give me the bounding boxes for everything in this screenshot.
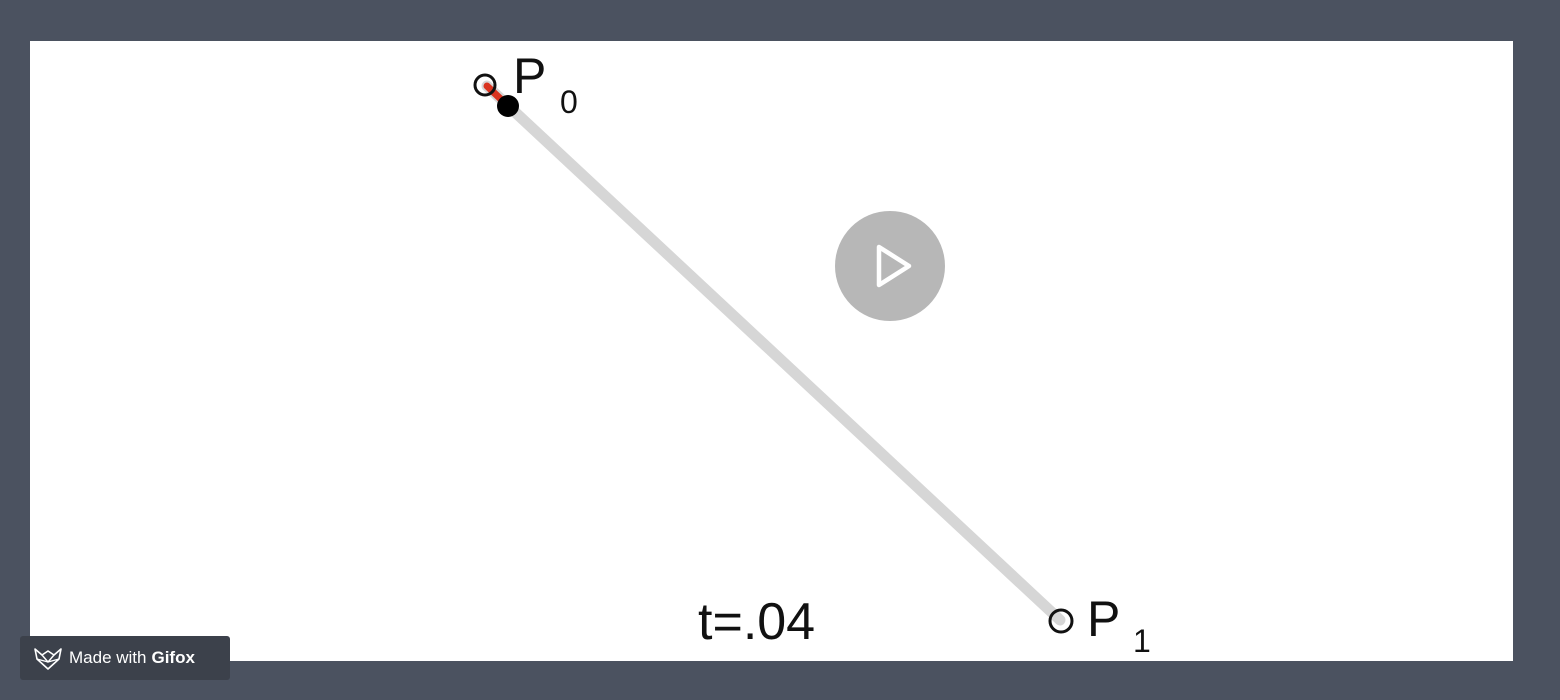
p1-subscript: 1 [1133,623,1151,659]
p1-letter: P [1087,591,1120,647]
p0-label: P [513,48,546,104]
watermark-brand: Gifox [151,648,195,667]
gifox-watermark[interactable]: Made with Gifox [20,636,230,680]
p0-letter: P [513,48,546,104]
p0-subscript: 0 [560,84,578,120]
watermark-prefix: Made with [69,648,147,667]
fox-icon [34,648,62,670]
animation-frame: P 0 P 1 t=.04 [30,41,1513,661]
bezier-animation: P 0 P 1 t=.04 [473,48,1151,659]
t-value-label: t=.04 [698,593,815,651]
play-button[interactable] [835,211,945,321]
gif-viewer: P 0 P 1 t=.04 Made with Gifox [0,0,1560,700]
segment-line [481,80,1066,626]
play-icon [876,244,912,288]
p1-label: P [1087,591,1120,647]
